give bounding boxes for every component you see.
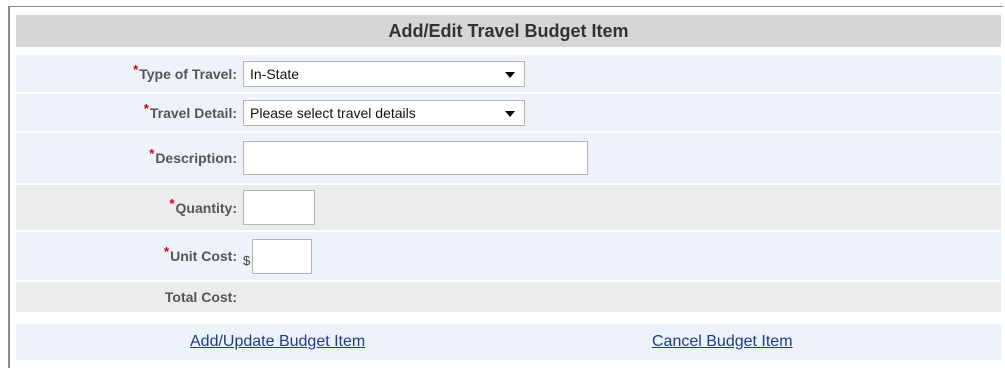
total-cost-label: Total Cost: xyxy=(164,289,237,305)
form-title: Add/Edit Travel Budget Item xyxy=(16,15,1001,47)
dropdown-arrow-icon xyxy=(505,71,515,78)
unit-cost-input[interactable] xyxy=(252,238,313,274)
type-of-travel-select[interactable]: In-State xyxy=(243,60,525,87)
currency-symbol: $ xyxy=(243,252,251,268)
unit-cost-label-cell: *Unit Cost: xyxy=(16,244,243,264)
travel-detail-select[interactable]: Please select travel details xyxy=(243,99,525,126)
cancel-budget-item-link[interactable]: Cancel Budget Item xyxy=(652,333,793,351)
quantity-label: Quantity: xyxy=(175,199,237,216)
required-marker: * xyxy=(169,195,175,211)
description-input[interactable] xyxy=(243,141,588,175)
type-of-travel-row: *Type of Travel: In-State xyxy=(16,55,1001,92)
description-row: *Description: xyxy=(16,133,1001,183)
quantity-row: *Quantity: xyxy=(16,185,1001,230)
type-of-travel-label: Type of Travel: xyxy=(139,65,237,82)
description-label: Description: xyxy=(155,150,237,166)
unit-cost-row: *Unit Cost: $ xyxy=(16,232,1001,280)
required-marker: * xyxy=(143,100,149,116)
description-label-cell: *Description: xyxy=(16,146,243,166)
total-cost-row: Total Cost: xyxy=(16,282,1001,312)
total-cost-label-cell: Total Cost: xyxy=(16,289,243,305)
unit-cost-label: Unit Cost: xyxy=(170,248,237,264)
actions-row: Add/Update Budget Item Cancel Budget Ite… xyxy=(16,324,1001,360)
quantity-label-cell: *Quantity: xyxy=(16,196,243,216)
quantity-input[interactable] xyxy=(243,190,315,225)
travel-detail-label-cell: *Travel Detail: xyxy=(16,101,243,121)
travel-budget-form: Add/Edit Travel Budget Item *Type of Tra… xyxy=(8,6,1003,368)
type-of-travel-value: In-State xyxy=(250,65,300,82)
required-marker: * xyxy=(164,244,170,259)
travel-detail-value: Please select travel details xyxy=(250,104,416,121)
required-marker: * xyxy=(133,61,139,77)
add-update-budget-item-link[interactable]: Add/Update Budget Item xyxy=(190,333,365,351)
dropdown-arrow-icon xyxy=(505,110,515,117)
travel-detail-label: Travel Detail: xyxy=(149,104,237,121)
type-of-travel-label-cell: *Type of Travel: xyxy=(16,62,243,82)
required-marker: * xyxy=(149,146,155,161)
travel-detail-row: *Travel Detail: Please select travel det… xyxy=(16,94,1001,131)
